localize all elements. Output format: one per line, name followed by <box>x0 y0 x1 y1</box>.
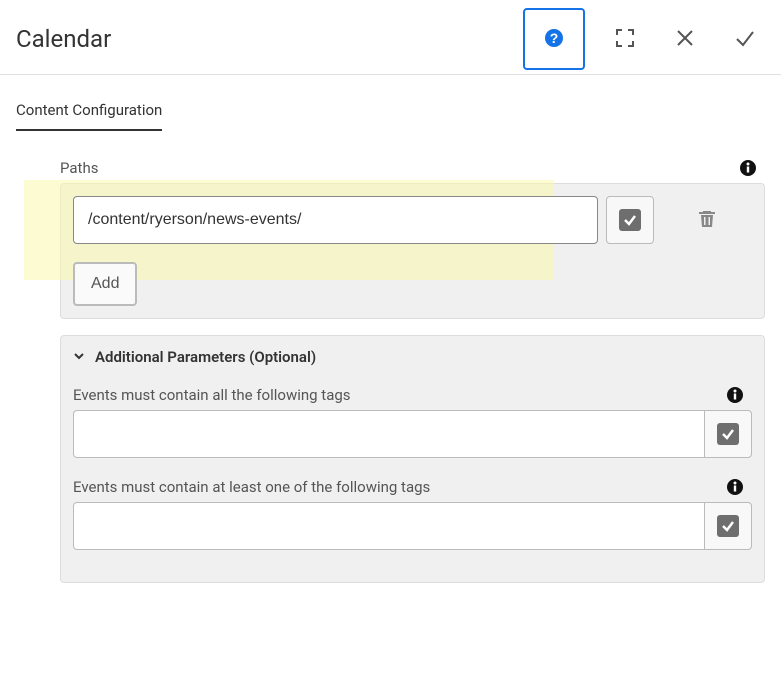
path-picker-button[interactable] <box>606 196 654 244</box>
all-tags-input[interactable] <box>73 410 704 458</box>
paths-panel: Add <box>60 183 765 319</box>
check-icon <box>717 423 739 445</box>
info-icon[interactable] <box>726 478 744 496</box>
any-tags-input[interactable] <box>73 502 704 550</box>
any-tags-picker-button[interactable] <box>704 502 752 550</box>
fullscreen-button[interactable] <box>605 19 645 59</box>
path-input[interactable] <box>73 196 598 244</box>
svg-text:?: ? <box>550 30 559 46</box>
check-icon <box>717 515 739 537</box>
dialog-title: Calendar <box>16 25 111 53</box>
additional-parameters-panel: Additional Parameters (Optional) Events … <box>60 335 765 583</box>
accordion-title: Additional Parameters (Optional) <box>95 348 316 366</box>
all-tags-label: Events must contain all the following ta… <box>73 386 351 404</box>
help-icon: ? <box>543 27 565 52</box>
info-icon[interactable] <box>726 386 744 404</box>
close-button[interactable] <box>665 19 705 59</box>
tab-content-configuration[interactable]: Content Configuration <box>16 95 162 131</box>
info-icon[interactable] <box>739 159 757 177</box>
trash-icon <box>697 209 717 232</box>
chevron-down-icon <box>73 350 87 364</box>
accordion-toggle[interactable]: Additional Parameters (Optional) <box>73 348 752 366</box>
add-path-button[interactable]: Add <box>73 262 137 306</box>
path-row <box>73 196 752 244</box>
done-icon <box>734 27 756 52</box>
all-tags-picker-button[interactable] <box>704 410 752 458</box>
paths-label: Paths <box>60 159 98 177</box>
tab-bar: Content Configuration <box>0 75 781 131</box>
any-tags-label: Events must contain at least one of the … <box>73 478 430 496</box>
check-icon <box>619 209 641 231</box>
fullscreen-icon <box>615 28 635 51</box>
close-icon <box>676 29 694 50</box>
done-button[interactable] <box>725 19 765 59</box>
delete-path-button[interactable] <box>691 204 723 236</box>
help-button[interactable]: ? <box>523 8 585 70</box>
header-actions: ? <box>523 12 765 66</box>
